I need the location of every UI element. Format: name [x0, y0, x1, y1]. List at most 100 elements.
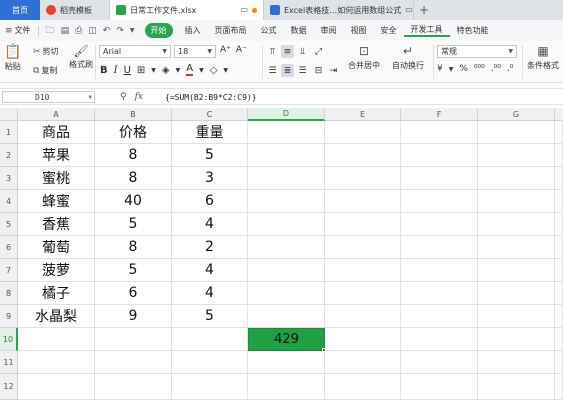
tab-excel-tips[interactable]: Excel表格技…如何运用数组公式 ▭ •	[264, 0, 414, 20]
row-header-4[interactable]: 4	[0, 190, 18, 213]
tab-security[interactable]: 安全	[374, 25, 404, 36]
cell-c5[interactable]: 4	[172, 213, 248, 236]
cell-e11[interactable]	[325, 351, 401, 374]
home-tab[interactable]: 首页	[0, 0, 40, 20]
screen-icon[interactable]: ▭	[240, 5, 248, 15]
cell-c10[interactable]	[172, 328, 248, 351]
tab-docer-templates[interactable]: 稻壳模板	[40, 0, 110, 20]
cell-e9[interactable]	[325, 305, 401, 328]
cell-f6[interactable]	[401, 236, 478, 259]
cell-e3[interactable]	[325, 167, 401, 190]
cell-d7[interactable]	[248, 259, 325, 282]
align-center-icon[interactable]: ≣	[281, 64, 294, 77]
cell-g1[interactable]	[478, 121, 555, 144]
cell-d8[interactable]	[248, 282, 325, 305]
align-middle-icon[interactable]: ≡	[281, 45, 294, 58]
cell-e4[interactable]	[325, 190, 401, 213]
cell-b6[interactable]: 8	[95, 236, 172, 259]
cell-c9[interactable]: 5	[172, 305, 248, 328]
tab-special[interactable]: 特色功能	[450, 25, 496, 36]
result-cell-d10[interactable]: 429	[248, 328, 325, 351]
cell-f1[interactable]	[401, 121, 478, 144]
cell-a1[interactable]: 商品	[18, 121, 95, 144]
decrease-font-icon[interactable]: A⁻	[236, 45, 247, 55]
cell-d12[interactable]	[248, 374, 325, 400]
fill-handle[interactable]	[322, 348, 326, 352]
cell-c6[interactable]: 2	[172, 236, 248, 259]
name-box[interactable]: D10 ▼	[2, 91, 95, 103]
redo-icon[interactable]: ↷	[116, 26, 124, 36]
row-header-11[interactable]: 11	[0, 351, 18, 374]
cell-e12[interactable]	[325, 374, 401, 400]
cell-b5[interactable]: 5	[95, 213, 172, 236]
format-painter-button[interactable]: 🖌 格式刷	[69, 44, 93, 70]
cell-e1[interactable]	[325, 121, 401, 144]
cell-c8[interactable]: 4	[172, 282, 248, 305]
spreadsheet-grid[interactable]: A B C D E F G 1 2 3 4 5 6 7 8 9 10 11 12…	[0, 108, 563, 400]
align-left-icon[interactable]: ☰	[266, 64, 279, 77]
orientation-icon[interactable]: ⤢	[312, 45, 325, 58]
italic-icon[interactable]: I	[114, 65, 118, 76]
tab-insert[interactable]: 插入	[178, 25, 208, 36]
tab-developer[interactable]: 开发工具	[403, 24, 450, 37]
cell-f8[interactable]	[401, 282, 478, 305]
cell-g5[interactable]	[478, 213, 555, 236]
cell-b2[interactable]: 8	[95, 144, 172, 167]
zoom-icon[interactable]: ⚲	[120, 92, 127, 102]
cell-a6[interactable]: 葡萄	[18, 236, 95, 259]
font-name-select[interactable]: Arial ▼	[99, 45, 171, 58]
cell-d6[interactable]	[248, 236, 325, 259]
cell-h12[interactable]	[555, 374, 563, 400]
column-header-a[interactable]: A	[18, 108, 95, 121]
cell-h11[interactable]	[555, 351, 563, 374]
cell-h8[interactable]	[555, 282, 563, 305]
cell-h3[interactable]	[555, 167, 563, 190]
wrap-text-button[interactable]: ↵ 自动换行	[392, 44, 424, 71]
print-icon[interactable]: ⎙	[75, 26, 82, 36]
cell-f5[interactable]	[401, 213, 478, 236]
cell-g9[interactable]	[478, 305, 555, 328]
cell-g4[interactable]	[478, 190, 555, 213]
cell-a10[interactable]	[18, 328, 95, 351]
cell-a4[interactable]: 蜂蜜	[18, 190, 95, 213]
cell-c4[interactable]: 6	[172, 190, 248, 213]
copy-button[interactable]: ⧉ 复制	[33, 65, 57, 76]
print-preview-icon[interactable]: ◫	[88, 26, 97, 36]
align-bottom-icon[interactable]: ⫫	[296, 45, 309, 58]
chevron-down-icon[interactable]: ▼	[151, 67, 156, 74]
cell-b3[interactable]: 8	[95, 167, 172, 190]
cell-h4[interactable]	[555, 190, 563, 213]
tab-data[interactable]: 数据	[284, 25, 314, 36]
cell-a2[interactable]: 苹果	[18, 144, 95, 167]
cell-d1[interactable]	[248, 121, 325, 144]
increase-decimal-icon[interactable]: .⁰⁰	[491, 64, 501, 74]
chevron-down-icon[interactable]: ▼	[223, 67, 228, 74]
align-right-icon[interactable]: ☰	[296, 64, 309, 77]
cell-a8[interactable]: 橘子	[18, 282, 95, 305]
cell-b11[interactable]	[95, 351, 172, 374]
cell-b8[interactable]: 6	[95, 282, 172, 305]
cell-h9[interactable]	[555, 305, 563, 328]
cut-button[interactable]: ✂ 剪切	[33, 46, 59, 57]
chevron-down-icon[interactable]: ▼	[130, 26, 135, 36]
row-header-9[interactable]: 9	[0, 305, 18, 328]
column-header-b[interactable]: B	[95, 108, 172, 121]
increase-font-icon[interactable]: A⁺	[220, 45, 231, 55]
row-header-5[interactable]: 5	[0, 213, 18, 236]
border-icon[interactable]: ⊞	[137, 65, 145, 76]
cell-c7[interactable]: 4	[172, 259, 248, 282]
cell-h10[interactable]	[555, 328, 563, 351]
number-format-select[interactable]: 常规 ▼	[437, 45, 517, 58]
column-header-e[interactable]: E	[325, 108, 401, 121]
cell-a7[interactable]: 菠萝	[18, 259, 95, 282]
cell-a12[interactable]	[18, 374, 95, 400]
cell-b7[interactable]: 5	[95, 259, 172, 282]
cell-e2[interactable]	[325, 144, 401, 167]
merge-center-button[interactable]: ⊡ 合并居中	[348, 44, 380, 71]
tab-view[interactable]: 视图	[344, 25, 374, 36]
cell-g10[interactable]	[478, 328, 555, 351]
cell-f3[interactable]	[401, 167, 478, 190]
cell-g12[interactable]	[478, 374, 555, 400]
cell-e5[interactable]	[325, 213, 401, 236]
cell-c3[interactable]: 3	[172, 167, 248, 190]
